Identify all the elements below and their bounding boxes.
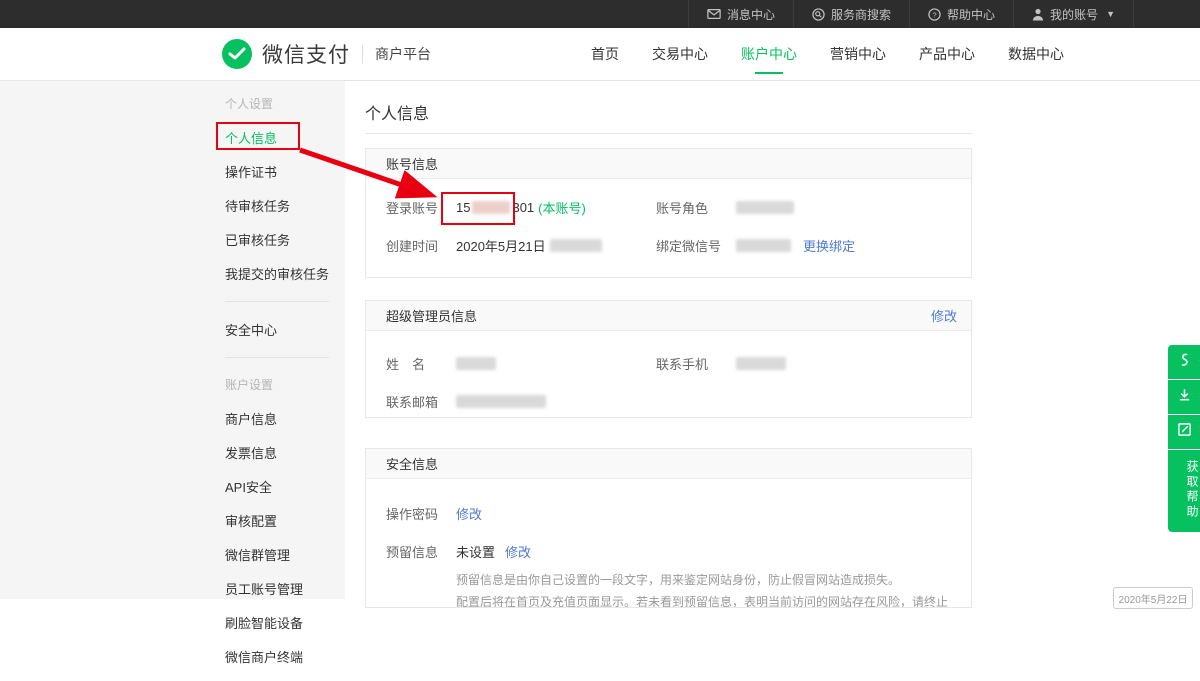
topbar-item-label: 服务商搜索 xyxy=(831,6,891,23)
nav-trade-center[interactable]: 交易中心 xyxy=(652,28,708,81)
sidebar-item-personal-info[interactable]: 个人信息 xyxy=(225,128,345,147)
reserved-info-label: 预留信息 xyxy=(386,542,456,561)
wechat-pay-logo-icon xyxy=(222,39,252,69)
nav-product-center[interactable]: 产品中心 xyxy=(919,28,975,81)
nav-home[interactable]: 首页 xyxy=(591,28,619,81)
service-hook-icon xyxy=(1177,352,1191,373)
card-title: 超级管理员信息 xyxy=(386,306,477,325)
bound-wechat-label: 绑定微信号 xyxy=(656,236,736,255)
help-float-panel: 获取帮助 xyxy=(1168,345,1200,532)
title-divider xyxy=(365,133,972,134)
get-help-button[interactable]: 获取帮助 xyxy=(1168,450,1200,532)
download-icon xyxy=(1177,387,1192,408)
sidebar-group-account-settings: 账户设置 xyxy=(225,376,345,393)
topbar-item-label: 消息中心 xyxy=(727,6,775,23)
security-info-card: 安全信息 操作密码 修改 预留信息 未设置 修改 预留信息是由你自己设置的一段文… xyxy=(365,448,972,608)
password-modify-link[interactable]: 修改 xyxy=(456,504,482,523)
edit-feedback-icon xyxy=(1177,422,1192,442)
account-role-label: 账号角色 xyxy=(656,198,736,217)
rebind-link[interactable]: 更换绑定 xyxy=(803,236,855,255)
svg-text:?: ? xyxy=(932,10,936,19)
question-icon: ? xyxy=(928,8,941,21)
reserved-info-desc-2: 配置后将在首页及充值页面显示。若未看到预留信息，表明当前访问的网站存在风险，请终… xyxy=(456,593,951,608)
redacted-contact-phone xyxy=(736,357,786,370)
account-info-card-header: 账号信息 xyxy=(366,149,971,179)
contact-phone-label: 联系手机 xyxy=(656,354,736,373)
user-icon xyxy=(1032,8,1044,21)
brand-divider xyxy=(362,45,363,63)
float-service-button[interactable] xyxy=(1168,345,1200,379)
sidebar-item-wechat-group-mgmt[interactable]: 微信群管理 xyxy=(225,545,345,564)
login-account-value: 15 301 (本账号) xyxy=(456,198,586,217)
redacted-contact-email xyxy=(456,395,546,408)
brand-name: 微信支付 xyxy=(262,39,350,69)
created-time-label: 创建时间 xyxy=(386,236,456,255)
sidebar-divider xyxy=(225,301,329,302)
operation-password-label: 操作密码 xyxy=(386,504,456,523)
contact-email-label: 联系邮箱 xyxy=(386,392,456,411)
account-info-card: 账号信息 登录账号 15 301 (本账号) 账号角色 xyxy=(365,148,972,278)
nav-data-center[interactable]: 数据中心 xyxy=(1008,28,1064,81)
this-account-tag: (本账号) xyxy=(538,198,586,217)
header: 微信支付 商户平台 首页 交易中心 账户中心 营销中心 产品中心 数据中心 xyxy=(0,28,1200,81)
sidebar-item-security-center[interactable]: 安全中心 xyxy=(225,320,345,339)
redacted-account-role xyxy=(736,201,794,214)
sidebar-item-my-submitted-tasks[interactable]: 我提交的审核任务 xyxy=(225,264,345,283)
brand-portal: 商户平台 xyxy=(375,44,431,64)
redacted-admin-name xyxy=(456,357,496,370)
topbar: 消息中心 服务商搜索 ? 帮助中心 我的账号 ▼ xyxy=(0,0,1200,28)
main-nav: 首页 交易中心 账户中心 营销中心 产品中心 数据中心 xyxy=(591,28,1097,81)
chevron-down-icon: ▼ xyxy=(1106,9,1115,19)
sidebar-item-pending-review-tasks[interactable]: 待审核任务 xyxy=(225,196,345,215)
sidebar-item-review-config[interactable]: 审核配置 xyxy=(225,511,345,530)
nav-marketing-center[interactable]: 营销中心 xyxy=(830,28,886,81)
page-title: 个人信息 xyxy=(365,100,429,124)
sidebar-item-staff-account-mgmt[interactable]: 员工账号管理 xyxy=(225,579,345,598)
brand: 微信支付 商户平台 xyxy=(222,39,431,69)
super-admin-card: 超级管理员信息 修改 姓 名 联系手机 联系邮箱 xyxy=(365,300,972,418)
reserved-info-desc-1: 预留信息是由你自己设置的一段文字，用来鉴定网站身份，防止假冒网站造成损失。 xyxy=(456,571,900,589)
topbar-menu: 消息中心 服务商搜索 ? 帮助中心 我的账号 ▼ xyxy=(688,0,1134,28)
reserved-info-value: 未设置 xyxy=(456,542,495,561)
redacted-created-time xyxy=(550,239,602,252)
admin-name-label: 姓 名 xyxy=(386,354,456,373)
topbar-item-my-account[interactable]: 我的账号 ▼ xyxy=(1013,0,1134,28)
topbar-item-label: 帮助中心 xyxy=(947,6,995,23)
sidebar-item-api-security[interactable]: API安全 xyxy=(225,477,345,496)
card-title: 账号信息 xyxy=(386,154,438,173)
search-icon xyxy=(812,8,825,21)
topbar-item-label: 我的账号 xyxy=(1050,6,1098,23)
admin-modify-link[interactable]: 修改 xyxy=(931,306,957,325)
sidebar-item-invoice-info[interactable]: 发票信息 xyxy=(225,443,345,462)
sidebar: 个人设置 个人信息 操作证书 待审核任务 已审核任务 我提交的审核任务 安全中心… xyxy=(225,95,345,681)
sidebar-item-operation-certificate[interactable]: 操作证书 xyxy=(225,162,345,181)
sidebar-divider xyxy=(225,357,329,358)
redacted-login-middle xyxy=(472,201,510,214)
sidebar-item-merchant-terminal[interactable]: 微信商户终端 xyxy=(225,647,345,666)
security-info-card-header: 安全信息 xyxy=(366,449,971,479)
super-admin-card-header: 超级管理员信息 修改 xyxy=(366,301,971,331)
float-download-button[interactable] xyxy=(1168,380,1200,414)
date-tooltip: 2020年5月22日 xyxy=(1113,587,1193,609)
login-account-label: 登录账号 xyxy=(386,198,456,217)
card-title: 安全信息 xyxy=(386,454,438,473)
sidebar-item-face-device[interactable]: 刷脸智能设备 xyxy=(225,613,345,632)
topbar-item-provider-search[interactable]: 服务商搜索 xyxy=(793,0,909,28)
reserved-modify-link[interactable]: 修改 xyxy=(505,542,531,561)
topbar-item-help-center[interactable]: ? 帮助中心 xyxy=(909,0,1013,28)
envelope-icon xyxy=(707,8,721,20)
float-feedback-button[interactable] xyxy=(1168,415,1200,449)
sidebar-item-merchant-info[interactable]: 商户信息 xyxy=(225,409,345,428)
page-body: 个人设置 个人信息 操作证书 待审核任务 已审核任务 我提交的审核任务 安全中心… xyxy=(0,81,1200,599)
sidebar-item-reviewed-tasks[interactable]: 已审核任务 xyxy=(225,230,345,249)
nav-account-center[interactable]: 账户中心 xyxy=(741,28,797,81)
sidebar-group-personal-settings: 个人设置 xyxy=(225,95,345,112)
redacted-wechat-id xyxy=(736,239,791,252)
created-time-value: 2020年5月21日 xyxy=(456,236,602,255)
topbar-item-messages[interactable]: 消息中心 xyxy=(688,0,793,28)
